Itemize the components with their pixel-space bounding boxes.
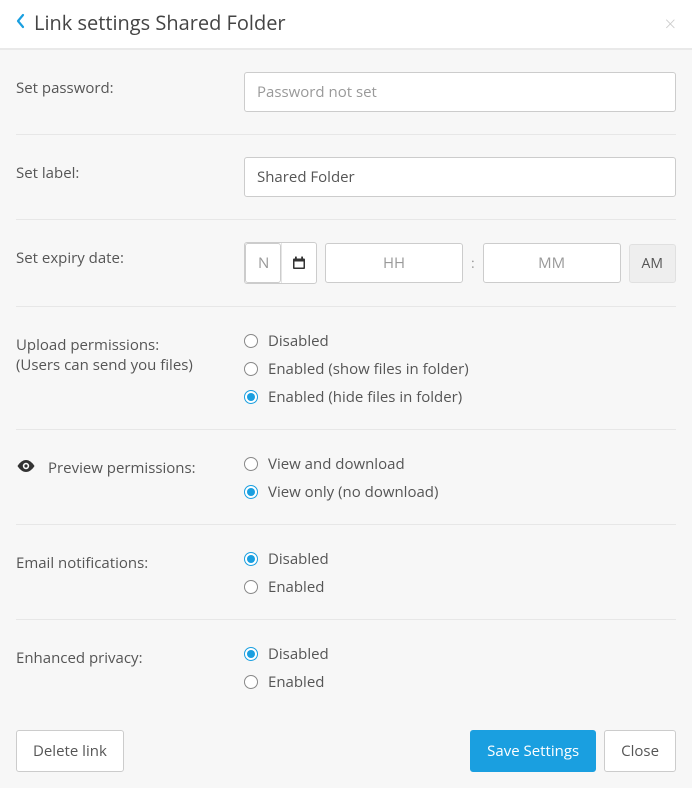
email-row: Email notifications: Disabled Enabled <box>16 525 676 620</box>
delete-link-button[interactable]: Delete link <box>16 730 124 772</box>
preview-row: Preview permissions: View and downloadVi… <box>16 430 676 525</box>
radio-icon <box>244 390 258 404</box>
preview-label: Preview permissions: <box>16 452 244 502</box>
expiry-label: Set expiry date: <box>16 242 244 284</box>
radio-icon <box>244 362 258 376</box>
password-input[interactable] <box>244 72 676 112</box>
upload-row: Upload permissions: (Users can send you … <box>16 307 676 430</box>
email-label: Email notifications: <box>16 547 244 597</box>
ampm-toggle[interactable]: AM <box>629 244 676 283</box>
radio-label: Enabled <box>268 577 324 597</box>
privacy-radio-list: Disabled Enabled <box>244 642 676 692</box>
radio-label: Enabled <box>268 672 324 692</box>
upload-option[interactable]: Enabled (hide files in folder) <box>244 387 676 407</box>
calendar-icon[interactable] <box>281 243 316 283</box>
radio-icon <box>244 647 258 661</box>
privacy-row: Enhanced privacy: Disabled Enabled <box>16 620 676 714</box>
dialog-title: Link settings Shared Folder <box>34 9 286 36</box>
expiry-hour-input[interactable] <box>325 243 463 283</box>
dialog-content: Set password: Set label: Set expiry date… <box>0 50 692 714</box>
time-colon: : <box>471 254 475 273</box>
dialog-footer: Delete link Save Settings Close <box>0 714 692 788</box>
eye-icon <box>16 458 36 478</box>
preview-option[interactable]: View and download <box>244 454 676 474</box>
privacy-option[interactable]: Enabled <box>244 672 676 692</box>
radio-icon <box>244 334 258 348</box>
expiry-group: : AM <box>244 242 676 284</box>
email-option[interactable]: Enabled <box>244 577 676 597</box>
upload-radio-list: Disabled Enabled (show files in folder) En… <box>244 329 676 407</box>
radio-label: View only (no download) <box>268 482 438 502</box>
privacy-label: Enhanced privacy: <box>16 642 244 692</box>
preview-option[interactable]: View only (no download) <box>244 482 676 502</box>
date-wrap <box>244 242 317 284</box>
radio-icon <box>244 485 258 499</box>
close-button[interactable]: Close <box>604 730 676 772</box>
radio-icon <box>244 675 258 689</box>
label-label: Set label: <box>16 157 244 197</box>
radio-label: View and download <box>268 454 405 474</box>
expiry-row: Set expiry date: : AM <box>16 220 676 307</box>
radio-icon <box>244 552 258 566</box>
radio-label: Disabled <box>268 644 329 664</box>
radio-icon <box>244 580 258 594</box>
radio-label: Enabled (show files in folder) <box>268 359 469 379</box>
password-label: Set password: <box>16 72 244 112</box>
email-option[interactable]: Disabled <box>244 549 676 569</box>
password-row: Set password: <box>16 50 676 135</box>
expiry-date-input[interactable] <box>245 243 281 283</box>
close-icon[interactable]: × <box>665 10 676 37</box>
upload-option[interactable]: Enabled (show files in folder) <box>244 359 676 379</box>
dialog-header: Link settings Shared Folder × <box>0 0 692 48</box>
privacy-option[interactable]: Disabled <box>244 644 676 664</box>
upload-option[interactable]: Disabled <box>244 331 676 351</box>
radio-label: Disabled <box>268 549 329 569</box>
link-settings-dialog: Link settings Shared Folder × Set passwo… <box>0 0 692 734</box>
radio-icon <box>244 457 258 471</box>
email-radio-list: Disabled Enabled <box>244 547 676 597</box>
save-settings-button[interactable]: Save Settings <box>470 730 596 772</box>
radio-label: Disabled <box>268 331 329 351</box>
label-input[interactable] <box>244 157 676 197</box>
radio-label: Enabled (hide files in folder) <box>268 387 462 407</box>
expiry-minute-input[interactable] <box>483 243 621 283</box>
back-icon[interactable] <box>16 13 26 32</box>
label-row: Set label: <box>16 135 676 220</box>
upload-label: Upload permissions: (Users can send you … <box>16 329 244 407</box>
preview-radio-list: View and download View only (no download) <box>244 452 676 502</box>
